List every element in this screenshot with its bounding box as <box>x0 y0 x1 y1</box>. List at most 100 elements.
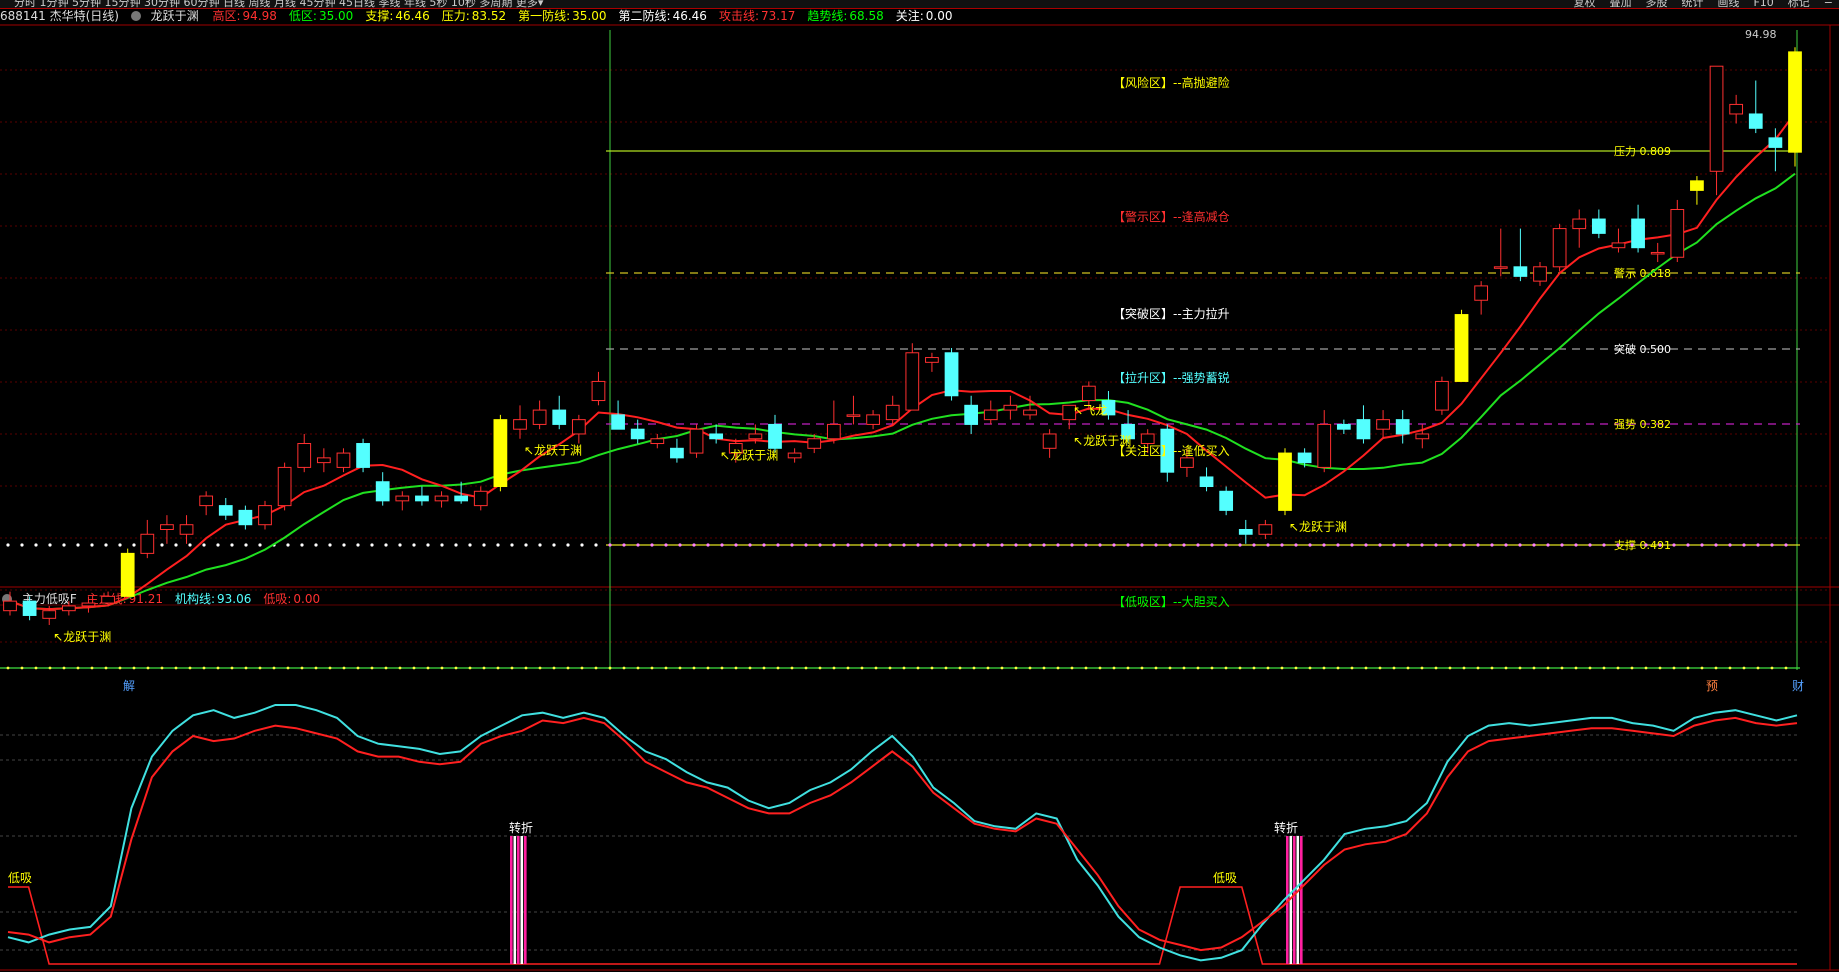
candle-body <box>61 605 76 612</box>
support-dot <box>846 543 850 547</box>
support-dot <box>48 543 52 547</box>
support-dot <box>622 543 626 547</box>
support-dot <box>426 543 430 547</box>
candle-body <box>238 509 253 526</box>
support-dot <box>832 543 836 547</box>
candle-body <box>1591 218 1606 234</box>
candle-body <box>1788 51 1802 153</box>
support-dot <box>496 543 500 547</box>
support-dot <box>118 543 122 547</box>
main-force-line <box>7 716 1798 952</box>
baseline-dot <box>118 666 122 670</box>
candle-body <box>630 428 645 440</box>
baseline-dot <box>1434 666 1438 670</box>
candle-body <box>905 352 920 411</box>
baseline-dot <box>34 666 38 670</box>
candle-body <box>807 438 822 449</box>
support-dot <box>1686 543 1690 547</box>
support-dot <box>132 543 136 547</box>
candle-body <box>787 452 802 459</box>
candle-body <box>885 404 900 421</box>
support-dot <box>762 543 766 547</box>
candle-body <box>1297 452 1312 464</box>
kline-chart[interactable]: 压力 0.809 警示 0.618 突破 0.500 强势 0.382 支撑 0.491… <box>0 0 1839 972</box>
baseline-dot <box>762 666 766 670</box>
baseline-dot <box>1490 666 1494 670</box>
candle-body <box>42 610 57 619</box>
candle-body <box>316 457 331 464</box>
support-dot <box>76 543 80 547</box>
support-dot <box>552 543 556 547</box>
support-dot <box>1490 543 1494 547</box>
support-dot <box>20 543 24 547</box>
support-dot <box>1126 543 1130 547</box>
baseline-dot <box>398 666 402 670</box>
baseline-dot <box>174 666 178 670</box>
support-dot <box>1546 543 1550 547</box>
support-dot <box>412 543 416 547</box>
support-dot <box>1112 543 1116 547</box>
candle-body <box>297 443 312 468</box>
support-dot <box>342 543 346 547</box>
candle-body <box>1395 419 1410 435</box>
baseline-dot <box>104 666 108 670</box>
candle-body <box>1336 423 1351 430</box>
baseline-dot <box>552 666 556 670</box>
baseline-dot <box>20 666 24 670</box>
baseline-dot <box>370 666 374 670</box>
baseline-dot <box>1462 666 1466 670</box>
baseline-dot <box>1210 666 1214 670</box>
baseline-dot <box>734 666 738 670</box>
baseline-dot <box>538 666 542 670</box>
baseline-dot <box>356 666 360 670</box>
candle-body <box>983 409 998 421</box>
support-dot <box>1476 543 1480 547</box>
turn-bar <box>524 836 527 964</box>
support-dot <box>1280 543 1284 547</box>
baseline-dot <box>1322 666 1326 670</box>
candle-body <box>866 414 880 425</box>
support-dot <box>244 543 248 547</box>
signal-label: ↖龙跃于渊 <box>53 630 111 644</box>
candle-body <box>160 524 174 530</box>
support-dot <box>1378 543 1382 547</box>
candle-body <box>1729 103 1744 115</box>
candle-body <box>944 352 959 397</box>
support-dot <box>1042 543 1046 547</box>
support-dot <box>62 543 66 547</box>
baseline-dot <box>426 666 430 670</box>
baseline-dot <box>1476 666 1480 670</box>
turn-bar <box>1300 836 1303 964</box>
baseline-dot <box>1084 666 1088 670</box>
candle-body <box>179 524 194 535</box>
baseline-dot <box>1196 666 1200 670</box>
candle-body <box>1081 385 1096 402</box>
candle-body <box>591 380 606 402</box>
support-dot <box>566 543 570 547</box>
support-dot <box>1728 543 1732 547</box>
support-dot <box>1616 543 1620 547</box>
baseline-dot <box>1000 666 1004 670</box>
support-dot <box>1364 543 1368 547</box>
baseline-dot <box>1154 666 1158 670</box>
support-dot <box>860 543 864 547</box>
baseline-dot <box>1112 666 1116 670</box>
support-dot <box>1742 543 1746 547</box>
candle-body <box>1650 251 1665 255</box>
candle-body <box>611 414 625 430</box>
support-dot <box>818 543 822 547</box>
baseline-dot <box>1252 666 1256 670</box>
baseline-dot <box>1672 666 1676 670</box>
baseline-dot <box>1728 666 1732 670</box>
baseline-dot <box>1546 666 1550 670</box>
baseline-dot <box>972 666 976 670</box>
baseline-dot <box>804 666 808 670</box>
baseline-dot <box>930 666 934 670</box>
support-dot <box>104 543 108 547</box>
candle-body <box>1748 113 1763 129</box>
candle-body <box>1533 266 1547 282</box>
candle-body <box>1140 433 1155 445</box>
baseline-dot <box>258 666 262 670</box>
support-dot <box>1210 543 1214 547</box>
baseline-dot <box>1042 666 1046 670</box>
